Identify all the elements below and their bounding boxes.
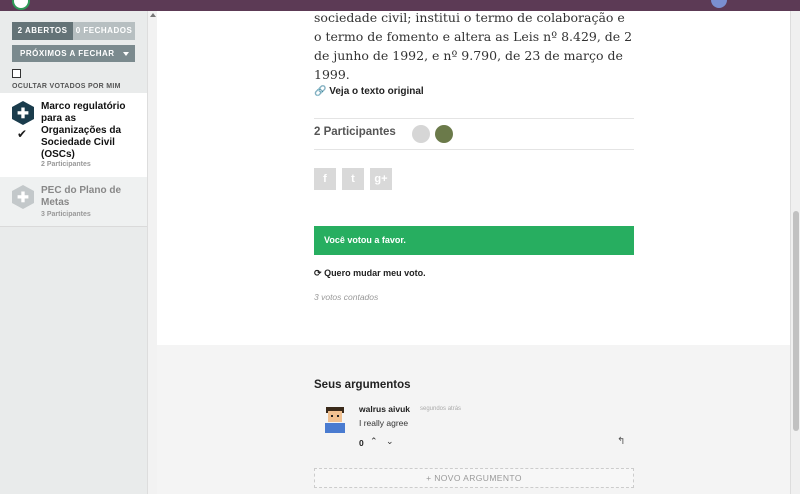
argument-timestamp: segundos atrás (420, 406, 462, 412)
vote-status-banner: Você votou a favor. (314, 226, 634, 255)
reply-icon[interactable]: ↰ (617, 436, 625, 447)
checkmark-icon: ✔ (17, 127, 28, 141)
sidebar: 2 ABERTOS 0 FECHADOS PRÓXIMOS A FECHAR O… (0, 11, 148, 494)
votes-counted: 3 votos contados (314, 292, 379, 302)
app-logo-icon[interactable] (12, 0, 30, 10)
original-text-link-label: Veja o texto original (329, 86, 424, 97)
argument-author-avatar (322, 405, 348, 433)
proposal-title: PEC do Plano de Metas (41, 185, 122, 208)
sidebar-scrollbar[interactable] (147, 11, 157, 494)
proposal-participants: 3 Participantes (41, 211, 91, 218)
sort-label: PRÓXIMOS A FECHAR (20, 49, 115, 58)
scrollbar-thumb[interactable] (793, 211, 799, 431)
list-item-proposal[interactable]: ✚ PEC do Plano de Metas 3 Participantes (0, 177, 147, 227)
change-vote-link[interactable]: ⟳ Quero mudar meu voto. (314, 268, 426, 279)
twitter-share-button[interactable]: t (342, 168, 364, 190)
participant-avatar[interactable] (412, 125, 430, 143)
twitter-icon: t (351, 173, 355, 185)
downvote-chevron-icon[interactable]: ⌄ (386, 436, 394, 447)
status-tabs: 2 ABERTOS 0 FECHADOS (12, 22, 135, 40)
tab-closed[interactable]: 0 FECHADOS (73, 22, 135, 40)
new-argument-button[interactable]: + NOVO ARGUMENTO (314, 468, 634, 488)
proposal-text: sociedade civil; institui o termo de col… (314, 10, 633, 82)
main-scrollbar[interactable] (790, 11, 800, 494)
proposal-participants: 2 Participantes (41, 161, 91, 168)
sort-dropdown[interactable]: PRÓXIMOS A FECHAR (12, 45, 135, 62)
tab-open[interactable]: 2 ABERTOS (12, 22, 73, 40)
proposal-hexagon-icon: ✚ (12, 101, 34, 125)
participants-count: 2 Participantes (314, 126, 396, 138)
link-icon: 🔗 (314, 86, 327, 97)
original-text-link[interactable]: 🔗 Veja o texto original (314, 86, 424, 97)
google-plus-share-button[interactable]: g+ (370, 168, 392, 190)
proposal-title: Marco regulatório para as Organizações d… (41, 101, 126, 160)
chevron-down-icon (123, 52, 129, 56)
argument-text: I really agree (359, 418, 409, 428)
hide-voted-filter: OCULTAR VOTADOS POR MIM (12, 69, 142, 90)
scroll-up-arrow-icon[interactable] (150, 13, 156, 17)
refresh-icon: ⟳ (314, 268, 322, 278)
facebook-share-button[interactable]: f (314, 168, 336, 190)
hide-voted-checkbox[interactable] (12, 69, 21, 78)
proposal-list: ✚ ✔ Marco regulatório para as Organizaçõ… (0, 93, 147, 227)
hide-voted-label: OCULTAR VOTADOS POR MIM (12, 83, 121, 90)
divider (314, 118, 634, 119)
google-plus-icon: g+ (374, 173, 388, 185)
list-item-proposal[interactable]: ✚ ✔ Marco regulatório para as Organizaçõ… (0, 93, 147, 177)
argument-score: 0 (359, 438, 364, 448)
upvote-chevron-icon[interactable]: ⌃ (370, 436, 378, 447)
divider (314, 149, 634, 150)
participant-avatar[interactable] (435, 125, 453, 143)
facebook-icon: f (323, 173, 327, 185)
user-avatar[interactable] (711, 0, 727, 8)
argument-author[interactable]: walrus aivuk (359, 404, 410, 414)
arguments-title: Seus argumentos (314, 379, 411, 391)
change-vote-label: Quero mudar meu voto. (324, 268, 426, 278)
proposal-hexagon-icon: ✚ (12, 185, 34, 209)
